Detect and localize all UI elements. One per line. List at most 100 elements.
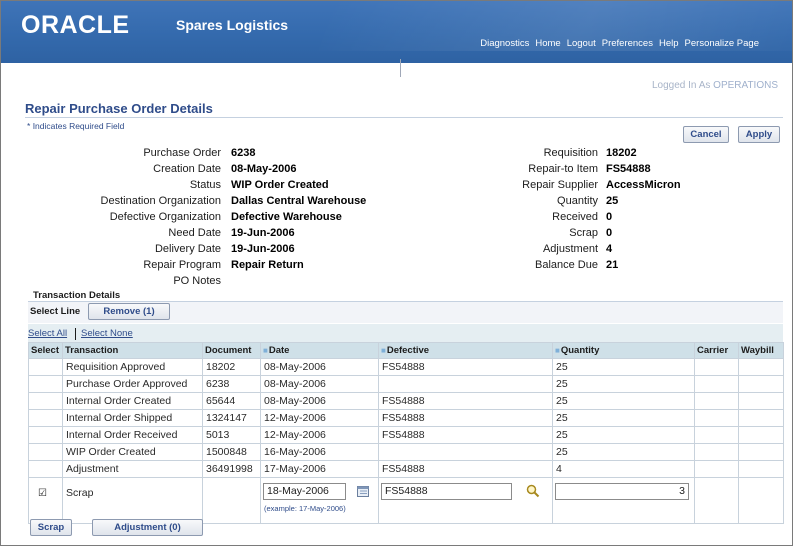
table-row: Purchase Order Approved 6238 08-May-2006… (28, 375, 784, 393)
cell-waybill (738, 460, 784, 478)
cell-document: 5013 (202, 426, 261, 444)
cell-select (28, 460, 63, 478)
cell-date: 16-May-2006 (260, 443, 379, 461)
link-home[interactable]: Home (535, 38, 560, 49)
title-divider (25, 117, 783, 118)
calendar-icon[interactable] (357, 485, 369, 497)
cell-quantity: 25 (552, 443, 695, 461)
select-all-link[interactable]: Select All (28, 328, 67, 339)
col-date: ■Date (260, 342, 379, 359)
cell-date: 08-May-2006 (260, 375, 379, 393)
cell-waybill (738, 409, 784, 427)
cell-document: 36491998 (202, 460, 261, 478)
adjustment-button[interactable]: Adjustment (0) (92, 519, 203, 536)
table-row: WIP Order Created 1500848 16-May-2006 25 (28, 443, 784, 461)
col-document: Document (202, 342, 261, 359)
cell-waybill (738, 443, 784, 461)
defective-input[interactable]: FS54888 (381, 483, 512, 500)
col-date-label: Date (268, 345, 290, 356)
detail-value-quantity: 25 (606, 195, 619, 207)
apply-button[interactable]: Apply (738, 126, 780, 143)
detail-label-po-notes: PO Notes (173, 275, 221, 287)
required-note-text: Indicates Required Field (32, 121, 125, 131)
cell-select (28, 392, 63, 410)
cell-document: 6238 (202, 375, 261, 393)
detail-label-requisition: Requisition (543, 147, 598, 159)
cell-carrier (694, 426, 739, 444)
details-left: Purchase Order 6238 Creation Date 08-May… (1, 147, 792, 287)
cell-select (28, 409, 63, 427)
cell-transaction: Internal Order Created (62, 392, 203, 410)
cell-transaction: WIP Order Created (62, 443, 203, 461)
header-banner: ORACLE Spares Logistics Diagnostics Home… (1, 1, 792, 63)
table-header-row: Select Transaction Document ■Date ■Defec… (28, 342, 784, 359)
transaction-divider (28, 301, 783, 302)
cell-date: 17-May-2006 (260, 460, 379, 478)
remove-button[interactable]: Remove (1) (88, 303, 170, 320)
cell-transaction: Requisition Approved (62, 358, 203, 376)
cell-select (28, 426, 63, 444)
detail-value-repair-to-item: FS54888 (606, 163, 651, 175)
required-dot-icon: ■ (381, 346, 386, 355)
detail-label-scrap: Scrap (569, 227, 598, 239)
cell-carrier (694, 460, 739, 478)
logged-in-user: OPERATIONS (713, 80, 778, 91)
cell-document: 65644 (202, 392, 261, 410)
transaction-details-title: Transaction Details (33, 290, 121, 301)
cell-date: 12-May-2006 (260, 426, 379, 444)
cell-select (28, 443, 63, 461)
table-row: Internal Order Shipped 1324147 12-May-20… (28, 409, 784, 427)
page-title: Repair Purchase Order Details (25, 101, 213, 116)
detail-label-quantity: Quantity (557, 195, 598, 207)
required-dot-icon: ■ (555, 346, 560, 355)
cell-document: 1500848 (202, 443, 261, 461)
cell-carrier (694, 477, 739, 524)
select-line-label: Select Line (30, 306, 81, 317)
cell-defective: FS54888 (378, 460, 553, 478)
date-input[interactable]: 18-May-2006 (263, 483, 346, 500)
link-preferences[interactable]: Preferences (602, 38, 653, 49)
cell-quantity: 25 (552, 409, 695, 427)
quantity-input[interactable]: 3 (555, 483, 689, 500)
select-none-link[interactable]: Select None (75, 328, 133, 340)
app-title: Spares Logistics (176, 17, 289, 33)
search-icon[interactable] (526, 484, 540, 498)
cell-select (28, 477, 63, 524)
table-row: Internal Order Created 65644 08-May-2006… (28, 392, 784, 410)
cell-quantity: 25 (552, 358, 695, 376)
cell-defective: FS54888 (378, 426, 553, 444)
detail-label-adjustment: Adjustment (542, 243, 598, 255)
logged-in-as: Logged In As OPERATIONS (652, 80, 778, 91)
global-links: Diagnostics Home Logout Preferences Help… (474, 38, 759, 49)
cell-waybill (738, 426, 784, 444)
cell-carrier (694, 409, 739, 427)
select-all-bar: Select All Select None (28, 324, 783, 342)
detail-value-balance-due: 21 (606, 259, 619, 271)
cell-quantity: 25 (552, 426, 695, 444)
detail-value-adjustment: 4 (606, 243, 613, 255)
select-checkbox[interactable]: ☑ (38, 489, 48, 499)
detail-value-repair-supplier: AccessMicron (606, 179, 681, 191)
cell-defective: FS54888 (378, 358, 553, 376)
link-diagnostics[interactable]: Diagnostics (480, 38, 529, 49)
cell-select (28, 375, 63, 393)
link-logout[interactable]: Logout (567, 38, 596, 49)
cell-quantity: 25 (552, 392, 695, 410)
required-note: * Indicates Required Field (27, 121, 124, 131)
link-personalize-page[interactable]: Personalize Page (685, 38, 759, 49)
cell-defective (378, 375, 553, 393)
detail-value-scrap: 0 (606, 227, 613, 239)
required-asterisk-icon: * (27, 121, 31, 131)
app-frame: ORACLE Spares Logistics Diagnostics Home… (0, 0, 793, 546)
cell-transaction: Adjustment (62, 460, 203, 478)
cell-defective: FS54888 (378, 409, 553, 427)
date-hint: (example: 17-May-2006) (264, 504, 346, 513)
header-separator (400, 59, 401, 77)
detail-label-repair-supplier: Repair Supplier (522, 179, 598, 191)
cancel-button[interactable]: Cancel (683, 126, 729, 143)
link-help[interactable]: Help (659, 38, 679, 49)
scrap-button[interactable]: Scrap (30, 519, 72, 536)
cell-defective (378, 443, 553, 461)
table-row: Adjustment 36491998 17-May-2006 FS54888 … (28, 460, 784, 478)
cell-carrier (694, 392, 739, 410)
